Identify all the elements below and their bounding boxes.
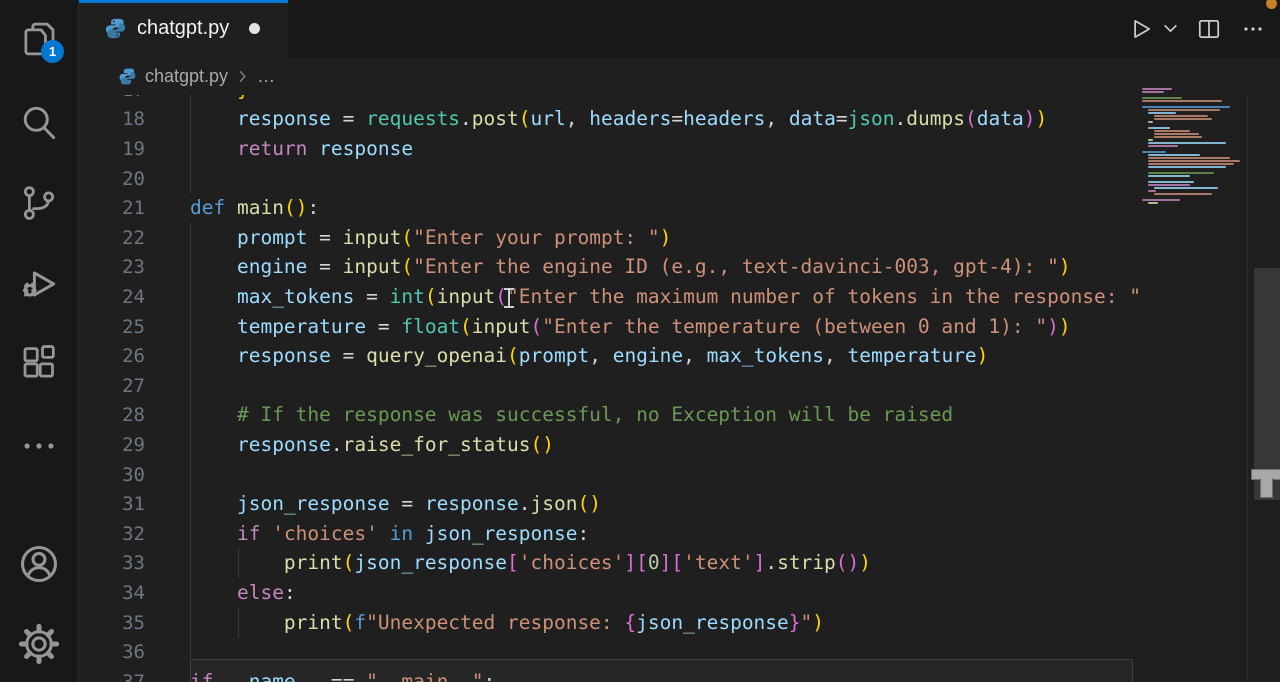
minimap-line — [1148, 121, 1153, 123]
minimap-line — [1148, 160, 1240, 162]
run-debug-icon[interactable] — [0, 252, 78, 314]
code-line[interactable]: engine = input("Enter the engine ID (e.g… — [190, 252, 1071, 282]
minimap-line — [1142, 196, 1246, 198]
minimap-line — [1148, 175, 1190, 177]
minimap-line — [1142, 178, 1246, 180]
more-actions-icon[interactable] — [0, 415, 78, 477]
code-line[interactable]: } — [190, 95, 249, 105]
minimap-line — [1148, 145, 1178, 147]
code-line[interactable]: json_response = response.json() — [190, 489, 601, 519]
code-line[interactable]: prompt = input("Enter your prompt: ") — [190, 223, 671, 253]
code-line[interactable]: return response — [190, 134, 413, 164]
minimap[interactable] — [1142, 88, 1246, 682]
minimap-line — [1154, 115, 1208, 117]
tab-modified-dot[interactable] — [249, 23, 260, 34]
recording-dot — [1266, 0, 1277, 9]
run-file-icon[interactable] — [1127, 16, 1153, 42]
minimap-line — [1148, 109, 1220, 111]
minimap-line — [1142, 148, 1246, 150]
code-editor[interactable]: 1718192021222324252627282930313233343536… — [78, 95, 1280, 682]
extensions-icon[interactable] — [0, 332, 78, 394]
tab-label: chatgpt.py — [137, 17, 229, 40]
code-line[interactable]: response = query_openai(prompt, engine, … — [190, 341, 988, 371]
explorer-icon[interactable] — [0, 8, 78, 70]
minimap-line — [1142, 124, 1246, 126]
minimap-line — [1148, 166, 1226, 168]
vscode-window: { "activity": { "explorer_badge": "1" },… — [0, 0, 1280, 682]
scrollbar-divider — [1247, 95, 1248, 682]
minimap-line — [1142, 151, 1166, 153]
minimap-line — [1148, 127, 1170, 129]
source-control-icon[interactable] — [0, 172, 78, 234]
minimap-line — [1154, 130, 1190, 132]
code-line[interactable]: temperature = float(input("Enter the tem… — [190, 312, 1071, 342]
split-editor-icon[interactable] — [1196, 16, 1222, 42]
python-file-icon — [104, 17, 127, 40]
minimap-line — [1142, 100, 1222, 102]
active-tab-accent — [78, 0, 288, 3]
search-icon[interactable] — [0, 92, 78, 154]
minimap-line — [1148, 157, 1230, 159]
minimap-line — [1154, 193, 1212, 195]
minimap-line — [1148, 142, 1226, 144]
code-line[interactable]: print(f"Unexpected response: {json_respo… — [190, 608, 824, 638]
minimap-line — [1142, 103, 1246, 105]
breadcrumb-more[interactable]: … — [257, 66, 276, 87]
minimap-line — [1148, 139, 1153, 141]
editor-actions — [1127, 0, 1266, 57]
minimap-line — [1154, 118, 1212, 120]
text-cursor-ibeam-icon — [503, 288, 515, 308]
minimap-line — [1142, 169, 1246, 171]
breadcrumb-file[interactable]: chatgpt.py — [145, 66, 228, 87]
code-line[interactable]: response.raise_for_status() — [190, 430, 554, 460]
minimap-line — [1142, 94, 1246, 96]
minimap-line — [1148, 112, 1176, 114]
code-line[interactable]: print(json_response['choices'][0]['text'… — [190, 548, 871, 578]
settings-gear-icon[interactable] — [0, 613, 78, 675]
minimap-line — [1148, 202, 1158, 204]
code-layer: } response = requests.post(url, headers=… — [78, 95, 1140, 682]
minimap-line — [1148, 181, 1194, 183]
mouse-cursor-icon — [1251, 469, 1280, 499]
minimap-line — [1154, 187, 1218, 189]
minimap-line — [1142, 97, 1182, 99]
minimap-line — [1154, 136, 1202, 138]
minimap-line — [1142, 88, 1172, 90]
breadcrumb: chatgpt.py … — [78, 57, 1280, 95]
tab-bar: chatgpt.py — [78, 0, 1280, 57]
code-line[interactable]: def main(): — [190, 193, 319, 223]
code-line[interactable]: if 'choices' in json_response: — [190, 519, 589, 549]
code-line[interactable]: response = requests.post(url, headers=he… — [190, 104, 1047, 134]
minimap-line — [1148, 190, 1156, 192]
minimap-line — [1148, 172, 1214, 174]
code-line[interactable]: max_tokens = int(input("Enter the maximu… — [190, 282, 1140, 312]
account-icon[interactable] — [0, 533, 78, 595]
explorer-badge: 1 — [41, 40, 64, 63]
breadcrumb-chevron-icon — [236, 70, 249, 83]
run-dropdown-chevron-icon[interactable] — [1163, 21, 1178, 36]
code-line[interactable]: # If the response was successful, no Exc… — [190, 400, 953, 430]
minimap-line — [1142, 199, 1180, 201]
minimap-line — [1142, 91, 1164, 93]
minimap-line — [1148, 184, 1190, 186]
minimap-line — [1154, 133, 1199, 135]
more-editor-actions-icon[interactable] — [1240, 16, 1266, 42]
minimap-line — [1142, 106, 1230, 108]
minimap-line — [1148, 154, 1200, 156]
activity-bar: 1 — [0, 0, 79, 682]
scrollbar-thumb[interactable] — [1254, 268, 1280, 500]
code-line[interactable]: else: — [190, 578, 296, 608]
code-line[interactable]: if __name__ == "__main__": — [190, 667, 495, 682]
tab-chatgpt-py[interactable]: chatgpt.py — [78, 0, 288, 57]
python-file-icon-small — [118, 67, 137, 86]
minimap-line — [1148, 163, 1234, 165]
